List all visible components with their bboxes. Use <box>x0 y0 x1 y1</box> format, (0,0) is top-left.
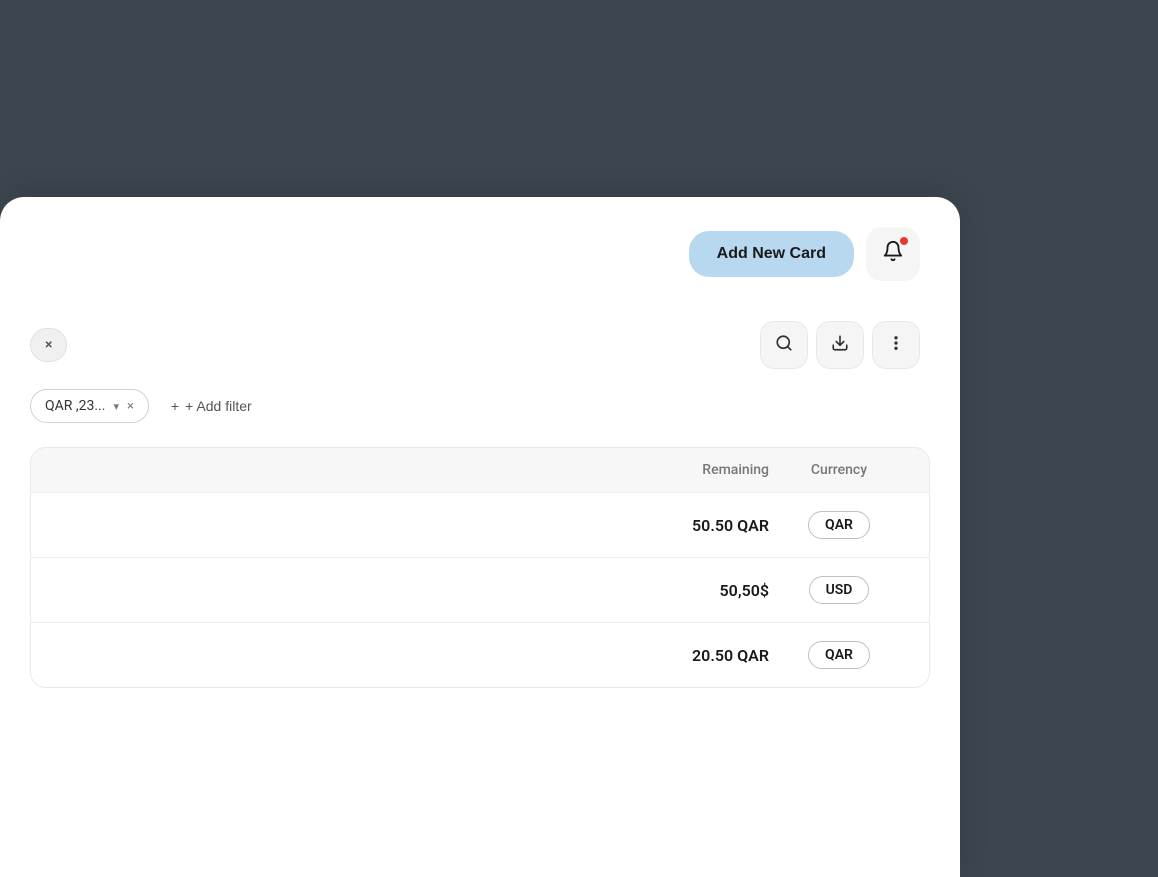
col-header-currency: Currency <box>769 462 909 478</box>
currency-badge-0: QAR <box>808 511 870 539</box>
close-chip[interactable]: × <box>30 328 67 362</box>
filter-remove-icon[interactable]: × <box>127 399 134 414</box>
download-button[interactable] <box>816 321 864 369</box>
add-new-card-button[interactable]: Add New Card <box>689 231 854 277</box>
notification-button[interactable] <box>866 227 920 281</box>
more-icon <box>887 334 905 357</box>
col-header-remaining: Remaining <box>589 462 769 478</box>
toolbar-row: × <box>30 321 930 369</box>
data-table: Remaining Currency 50.50 QAR QAR 50,50$ … <box>30 447 930 688</box>
cell-currency-2: QAR <box>769 641 909 669</box>
currency-badge-1: USD <box>809 576 870 604</box>
cell-remaining-0: 50.50 QAR <box>589 516 769 535</box>
cell-remaining-1: 50,50$ <box>589 581 769 600</box>
plus-icon: + <box>171 398 179 414</box>
add-filter-label: + Add filter <box>185 398 252 414</box>
download-icon <box>831 334 849 357</box>
table-row: 50.50 QAR QAR <box>31 492 929 557</box>
more-options-button[interactable] <box>872 321 920 369</box>
filter-value: QAR ,23... <box>45 398 105 414</box>
header-row: Add New Card <box>30 227 930 281</box>
cell-currency-0: QAR <box>769 511 909 539</box>
currency-badge-2: QAR <box>808 641 870 669</box>
main-card: Add New Card × <box>0 197 960 877</box>
active-filter-chip[interactable]: QAR ,23... ▾ × <box>30 389 149 423</box>
search-icon <box>775 334 793 357</box>
search-button[interactable] <box>760 321 808 369</box>
chevron-down-icon: ▾ <box>113 400 119 413</box>
col-header-empty <box>51 462 589 478</box>
filter-row: QAR ,23... ▾ × + + Add filter <box>30 389 930 423</box>
cell-currency-1: USD <box>769 576 909 604</box>
right-toolbar <box>760 321 920 369</box>
table-row: 50,50$ USD <box>31 557 929 622</box>
cell-remaining-2: 20.50 QAR <box>589 646 769 665</box>
notification-dot <box>900 237 908 245</box>
left-toolbar: × <box>30 328 67 362</box>
add-filter-button[interactable]: + + Add filter <box>159 390 264 422</box>
table-row: 20.50 QAR QAR <box>31 622 929 687</box>
close-chip-x-icon: × <box>45 337 52 353</box>
table-header: Remaining Currency <box>31 448 929 492</box>
